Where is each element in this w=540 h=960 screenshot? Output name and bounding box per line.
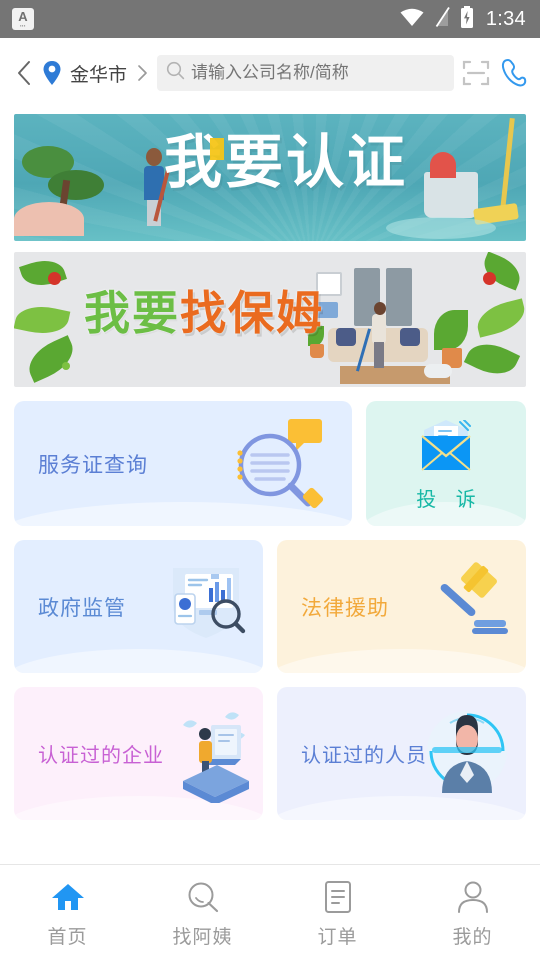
feature-card-grid: 服务证查询 投 诉 政府监管 法律援助 认证过的企业 认证过的人员 [14,401,526,820]
scan-qr-icon[interactable] [461,58,491,88]
window-decor [386,268,412,326]
tree-icon [48,170,104,200]
card-row: 政府监管 法律援助 [14,540,526,673]
magnifier-document-icon [226,417,330,518]
user-icon [456,880,490,914]
notification-app-icon: A ▪▪▪ [12,8,34,30]
chevron-right-icon[interactable] [134,64,150,82]
app-header: 金华市 [0,38,540,108]
banner-title-part2: 找保姆 [180,287,324,339]
battery-charging-icon [460,5,474,33]
title-accent-decor [210,138,224,160]
government-supervision-card[interactable]: 政府监管 [14,540,263,673]
nav-item-profile[interactable]: 我的 [405,865,540,960]
signal-off-icon [434,6,451,33]
phone-call-icon[interactable] [498,57,528,89]
city-selector-label[interactable]: 金华市 [70,60,127,87]
leaf-decor [22,335,80,383]
status-bar-clock: 1:34 [485,7,526,30]
face-scan-icon [422,703,512,804]
cat-decor [424,364,452,378]
legal-aid-card[interactable]: 法律援助 [277,540,526,673]
nav-item-find-auntie[interactable]: 找阿姨 [135,865,270,960]
certification-banner-title: 我要认证 [164,130,409,195]
legal-aid-label: 法律援助 [301,596,389,620]
find-nanny-banner-title: 我要找保姆 [84,290,324,336]
plant-decor [434,310,468,350]
nav-item-orders[interactable]: 订单 [270,865,405,960]
berry-decor [48,272,61,285]
status-bar-icons: 1:34 [399,5,526,33]
certified-personnel-card[interactable]: 认证过的人员 [277,687,526,820]
search-icon [166,61,185,85]
berry-decor [62,362,70,370]
back-button[interactable] [14,59,34,87]
leaf-decor [14,300,71,340]
banner-title-part1: 我要 [84,287,180,339]
cushion-decor [336,328,356,346]
search-input[interactable] [191,63,445,83]
nav-label-find-auntie: 找阿姨 [172,927,233,948]
leaf-decor [19,254,67,292]
nav-label-profile: 我的 [452,927,493,948]
certified-enterprises-card[interactable]: 认证过的企业 [14,687,263,820]
map-pin-icon[interactable] [41,60,63,86]
certified-enterprises-label: 认证过的企业 [38,745,164,767]
puddle-decor [386,217,496,239]
duster-decor [430,152,456,178]
order-list-icon [323,880,353,914]
nanny-legs-decor [374,342,384,368]
gavel-icon [428,562,510,645]
government-supervision-label: 政府监管 [38,596,126,620]
certification-banner[interactable]: 我要认证 [14,114,526,241]
notification-app-icon-letter: A [18,9,28,24]
status-bar: A ▪▪▪ 1:34 [0,0,540,38]
bottom-navigation: 首页 找阿姨 订单 我的 [0,864,540,960]
card-row: 服务证查询 投 诉 [14,401,526,526]
rock-decor [14,202,84,236]
plant-pot-decor [310,344,324,358]
service-certificate-query-card[interactable]: 服务证查询 [14,401,352,526]
service-certificate-query-label: 服务证查询 [38,453,148,477]
find-nanny-banner[interactable]: 我要找保姆 [14,252,526,387]
wifi-icon [399,7,425,32]
nav-item-home[interactable]: 首页 [0,865,135,960]
complaint-label: 投 诉 [416,488,483,511]
complaint-card[interactable]: 投 诉 [366,401,526,526]
home-icon [50,880,86,914]
nanny-head-decor [374,302,386,315]
person-book-icon [169,703,253,808]
certified-personnel-label: 认证过的人员 [301,745,427,767]
nanny-body-decor [372,314,386,344]
notification-app-icon-sub: ▪▪▪ [20,23,26,28]
nav-label-orders: 订单 [317,927,358,948]
bucket-icon [424,172,478,218]
nav-label-home: 首页 [47,927,88,948]
living-room-illustration [306,266,496,384]
main-content: 我要认证 我要找保姆 服务证查询 投 诉 政府监管 法律援助 认证过的企业 认证… [0,108,540,864]
search-box[interactable] [157,55,454,91]
cushion-decor [400,328,420,346]
envelope-icon [414,418,478,477]
app-root: A ▪▪▪ 1:34 金华市 请输入公司名称/简称 我要认证 我要找保姆 服务证… [0,0,540,960]
search-icon [186,880,220,914]
card-row: 认证过的企业 认证过的人员 [14,687,526,820]
cleaner-head-decor [146,148,162,166]
dashboard-search-icon [163,562,249,649]
